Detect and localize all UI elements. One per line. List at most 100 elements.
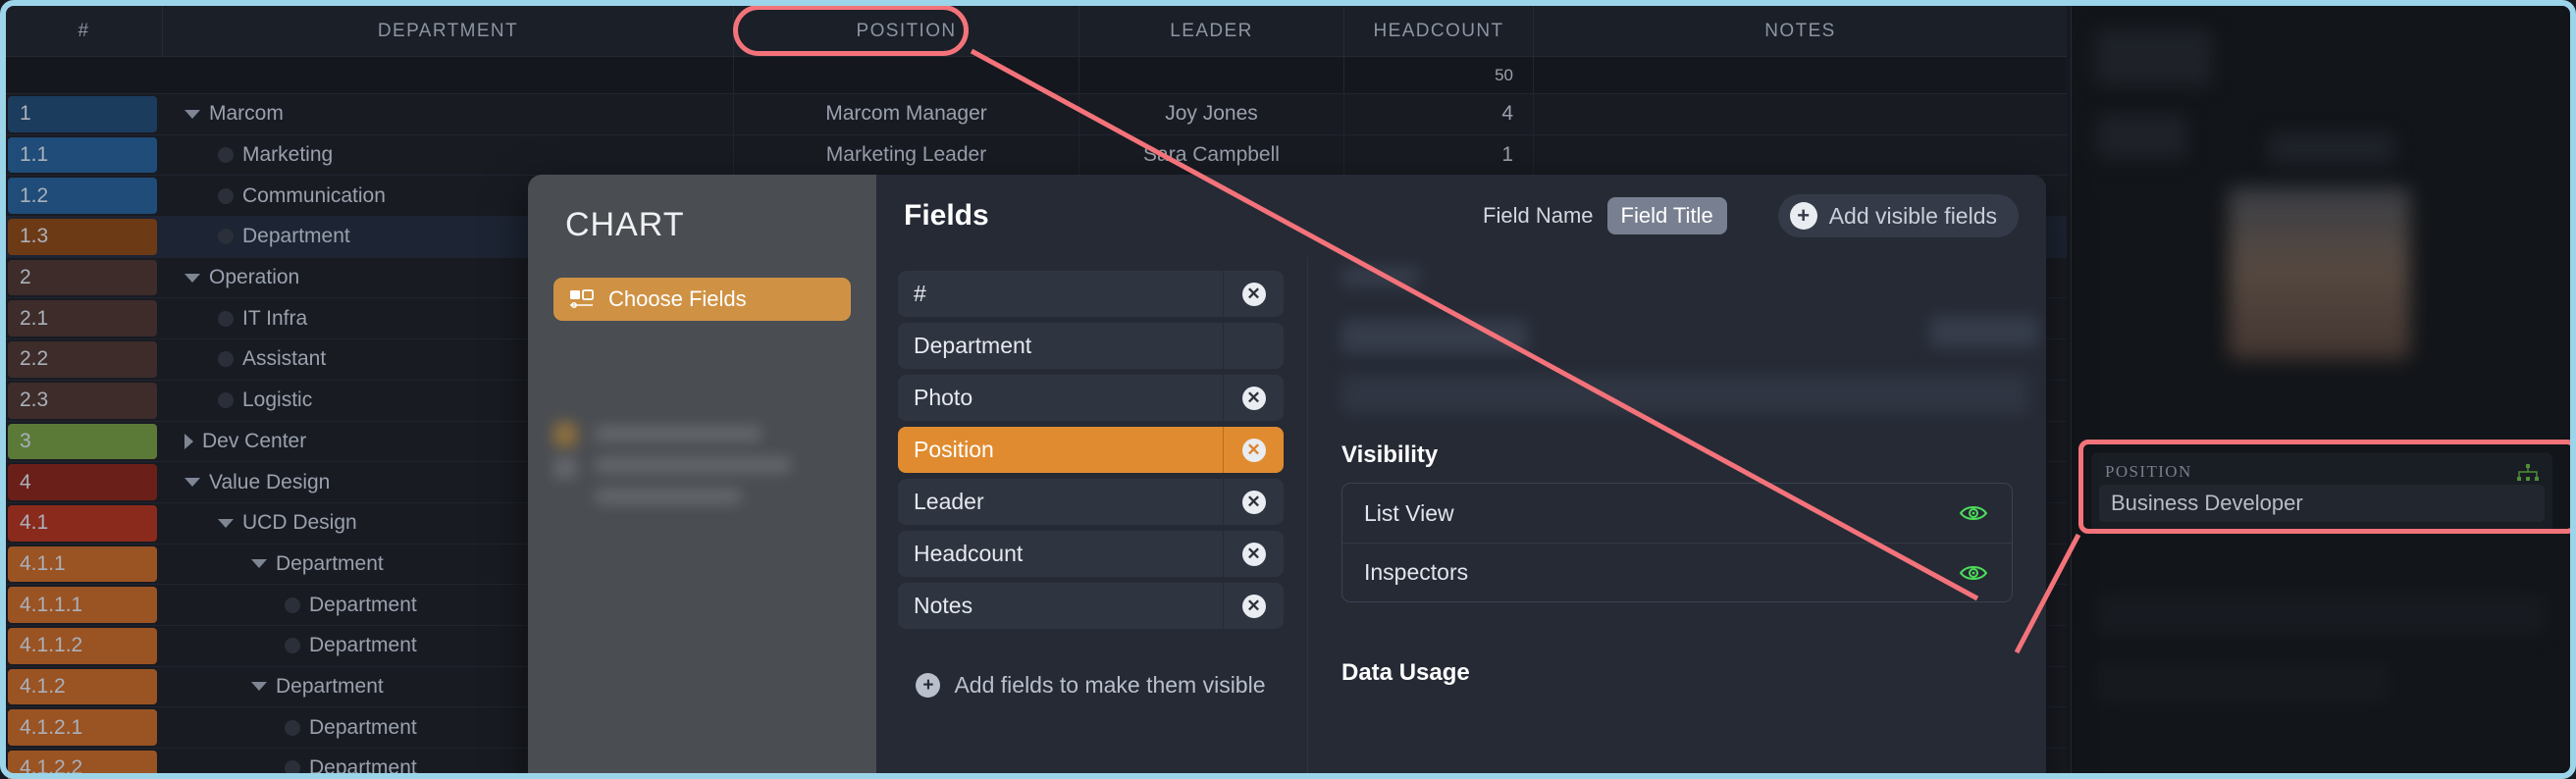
department-label: Marcom: [209, 102, 284, 126]
row-bullet-icon: [285, 638, 300, 654]
row-number-chip: 4.1.2.2: [8, 751, 157, 779]
inspector-position-card[interactable]: POSITION Business Developer: [2091, 452, 2552, 533]
row-number-cell[interactable]: 4.1.1.2: [6, 626, 163, 666]
toggle-option-field-title[interactable]: Field Title: [1606, 197, 1727, 234]
column-header-notes[interactable]: NOTES: [1534, 6, 2067, 56]
remove-field-button[interactable]: ✕: [1223, 583, 1284, 629]
visibility-row-list-view[interactable]: List View: [1342, 484, 2012, 543]
modal-main: Fields Field Name Field Title + Add visi…: [876, 175, 2046, 779]
field-list-item[interactable]: Position ✕: [898, 427, 1284, 473]
notes-cell[interactable]: [1534, 94, 2067, 134]
department-label: Value Design: [209, 470, 331, 493]
row-number-chip: 3: [8, 423, 157, 460]
department-label: Department: [242, 225, 350, 248]
department-label: Marketing: [242, 143, 334, 167]
department-label: Department: [309, 634, 417, 657]
row-number-cell[interactable]: 2.3: [6, 381, 163, 421]
column-header-number[interactable]: #: [6, 6, 163, 56]
row-number-cell[interactable]: 3: [6, 422, 163, 462]
table-summary-row: 50: [6, 57, 2067, 94]
visibility-row-inspectors[interactable]: Inspectors: [1342, 543, 2012, 601]
close-icon: ✕: [1241, 282, 1266, 306]
row-number-cell[interactable]: 4.1.1: [6, 545, 163, 585]
row-number-chip: 2.3: [8, 382, 157, 419]
row-number-cell[interactable]: 2.1: [6, 298, 163, 338]
disclosure-triangle-icon[interactable]: [184, 273, 200, 283]
disclosure-triangle-icon[interactable]: [251, 559, 267, 569]
column-header-department[interactable]: DEPARTMENT: [163, 6, 734, 56]
toggle-option-field-name[interactable]: Field Name: [1469, 197, 1606, 234]
row-number-cell[interactable]: 1.3: [6, 217, 163, 257]
row-number-cell[interactable]: 4.1.2: [6, 667, 163, 707]
blurred-detail-content: [1341, 267, 2038, 414]
sidebar-item-choose-fields[interactable]: Choose Fields: [553, 278, 851, 321]
table-row[interactable]: 1.1 Marketing Marketing Leader Sara Campbel…: [6, 134, 2067, 177]
column-header-position[interactable]: POSITION: [734, 6, 1079, 56]
disclosure-triangle-icon[interactable]: [251, 682, 267, 692]
notes-cell[interactable]: [1534, 135, 2067, 176]
add-fields-hint-label: Add fields to make them visible: [954, 672, 1266, 698]
row-number-cell[interactable]: 4.1.2.1: [6, 707, 163, 748]
row-number-cell[interactable]: 1: [6, 94, 163, 134]
table-row[interactable]: 1 Marcom Marcom Manager Joy Jones 4: [6, 94, 2067, 135]
field-detail-pane: Visibility List View Inspectors Data Usa…: [1308, 257, 2046, 779]
field-list-item[interactable]: Headcount ✕: [898, 531, 1284, 577]
department-cell[interactable]: Marcom: [163, 94, 734, 134]
inspector-panel: POSITION Business Developer: [2071, 6, 2570, 773]
field-label-mode-toggle[interactable]: Field Name Field Title: [1469, 197, 1727, 234]
disclosure-triangle-icon[interactable]: [218, 518, 234, 528]
modal-header: Fields Field Name Field Title + Add visi…: [876, 175, 2046, 257]
remove-field-button: [1223, 323, 1284, 369]
headcount-cell[interactable]: 4: [1344, 94, 1534, 134]
remove-field-button[interactable]: ✕: [1223, 271, 1284, 317]
field-name-label: Photo: [914, 385, 973, 410]
headcount-cell[interactable]: 1: [1344, 134, 1534, 176]
close-icon: ✕: [1241, 438, 1266, 462]
row-bullet-icon: [285, 597, 300, 613]
leader-cell[interactable]: Sara Campbell: [1079, 134, 1344, 176]
field-list-item[interactable]: Notes ✕: [898, 583, 1284, 629]
remove-field-button[interactable]: ✕: [1223, 531, 1284, 577]
department-label: Department: [309, 715, 417, 739]
visibility-options-box: List View Inspectors: [1341, 483, 2013, 602]
department-cell[interactable]: Marketing: [163, 134, 734, 176]
row-number-chip: 1: [8, 96, 157, 132]
summary-cell-department: [163, 57, 734, 93]
row-number-cell[interactable]: 4.1: [6, 503, 163, 544]
remove-field-button[interactable]: ✕: [1223, 375, 1284, 421]
position-cell[interactable]: Marketing Leader: [734, 134, 1079, 176]
column-header-leader[interactable]: LEADER: [1079, 6, 1344, 56]
field-name-label: Department: [914, 333, 1032, 358]
leader-cell[interactable]: Joy Jones: [1079, 94, 1344, 134]
disclosure-triangle-icon[interactable]: [184, 478, 200, 488]
row-bullet-icon: [218, 392, 234, 409]
add-visible-fields-button[interactable]: + Add visible fields: [1777, 194, 2019, 237]
field-list-item[interactable]: Photo ✕: [898, 375, 1284, 421]
row-number-cell[interactable]: 2.2: [6, 339, 163, 380]
remove-field-button[interactable]: ✕: [1223, 479, 1284, 525]
field-list-item[interactable]: Leader ✕: [898, 479, 1284, 525]
position-cell[interactable]: Marcom Manager: [734, 94, 1079, 134]
field-list-item[interactable]: Department: [898, 323, 1284, 369]
column-header-headcount[interactable]: HEADCOUNT: [1344, 6, 1534, 56]
row-number-cell[interactable]: 4: [6, 462, 163, 502]
eye-icon[interactable]: [1959, 563, 1988, 583]
disclosure-triangle-icon[interactable]: [184, 109, 200, 119]
remove-field-button[interactable]: ✕: [1223, 427, 1284, 473]
modal-body: # ✕ Department Photo ✕ Position ✕ Leader ✕ Headco…: [876, 257, 2046, 779]
disclosure-triangle-icon[interactable]: [184, 433, 193, 449]
eye-icon[interactable]: [1959, 503, 1988, 523]
row-number-cell[interactable]: 1.1: [6, 135, 163, 176]
close-icon: ✕: [1241, 594, 1266, 618]
chart-fields-modal: CHART Choose Fields Fields Field Name Fi…: [528, 175, 2046, 779]
sidebar-item-label: Choose Fields: [608, 286, 747, 311]
field-list-item[interactable]: # ✕: [898, 271, 1284, 317]
row-number-cell[interactable]: 4.1.2.2: [6, 749, 163, 779]
department-label: Department: [309, 593, 417, 616]
row-number-cell[interactable]: 2: [6, 258, 163, 298]
row-number-cell[interactable]: 1.2: [6, 176, 163, 216]
add-fields-hint[interactable]: + Add fields to make them visible: [898, 672, 1284, 699]
inspector-position-value[interactable]: Business Developer: [2099, 485, 2545, 522]
row-number-chip: 4.1.2.1: [8, 709, 157, 746]
row-number-cell[interactable]: 4.1.1.1: [6, 585, 163, 625]
